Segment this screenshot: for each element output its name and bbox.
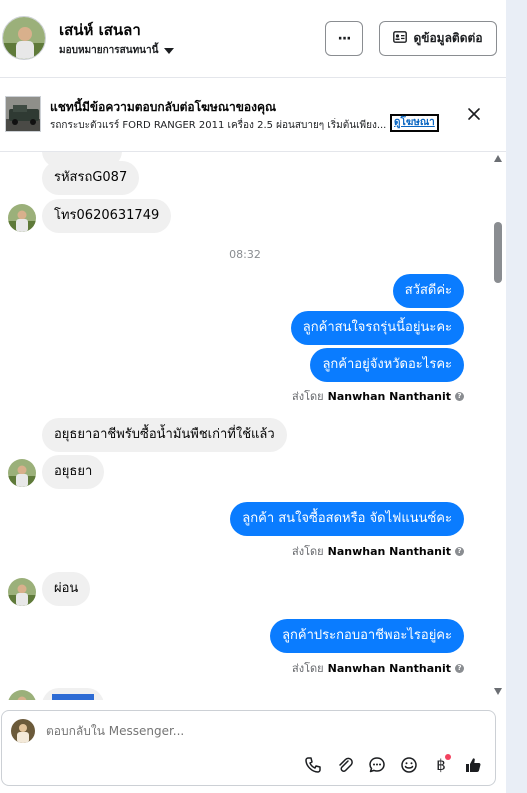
message-outgoing[interactable]: ลูกค้าอยู่จังหวัดอะไรคะ [310, 348, 464, 382]
sent-by-label: ส่งโดย Nanwhan Nanthanit ? [292, 659, 464, 677]
contact-avatar[interactable] [2, 16, 46, 60]
contact-avatar-small [8, 204, 36, 232]
ad-description: รถกระบะตัวแรร์ FORD RANGER 2011 เครื่อง … [50, 120, 387, 131]
message-outgoing[interactable]: ลูกค้าสนใจรถรุ่นนี้อยู่นะคะ [290, 311, 464, 345]
notification-dot [445, 754, 451, 760]
view-ad-link[interactable]: ดูโฆษณา [390, 114, 439, 132]
call-button[interactable] [302, 754, 324, 776]
more-options-button[interactable]: ··· [325, 21, 363, 56]
phone-icon [305, 757, 321, 773]
sent-by-label: ส่งโดย Nanwhan Nanthanit ? [292, 387, 464, 405]
info-icon[interactable]: ? [455, 391, 464, 401]
info-icon[interactable]: ? [455, 546, 464, 556]
scroll-up-arrow[interactable] [494, 155, 502, 162]
assign-conversation-dropdown[interactable]: มอบหมายการสนทนานี้ [59, 43, 175, 58]
info-icon[interactable]: ? [455, 663, 464, 673]
thumbs-up-icon [466, 758, 481, 772]
window-edge [506, 0, 527, 793]
message-incoming[interactable]: รหัสรถG087 [42, 161, 140, 195]
scrollbar-thumb[interactable] [494, 222, 502, 283]
page-avatar [11, 719, 35, 743]
sender-name: Nanwhan Nanthanit [327, 544, 451, 558]
sender-name: Nanwhan Nanthanit [327, 389, 451, 403]
message-attachment-partial[interactable] [42, 688, 104, 700]
contact-name[interactable]: เสน่ห์ เสนลา [59, 18, 141, 42]
scroll-down-arrow[interactable] [494, 688, 502, 695]
saved-replies-button[interactable] [366, 754, 388, 776]
message-incoming[interactable]: อยุธยา [42, 455, 105, 489]
sent-by-prefix: ส่งโดย [292, 545, 324, 558]
message-incoming[interactable]: ผ่อน [42, 572, 91, 606]
message-incoming[interactable]: โทร0620631749 [42, 199, 172, 233]
view-contact-button[interactable]: ดูข้อมูลติดต่อ [379, 21, 497, 56]
baht-icon: ฿ [436, 756, 446, 774]
ad-banner-title: แชทนี้มีข้อความตอบกลับต่อโฆษณาของคุณ [50, 100, 277, 114]
message-incoming[interactable]: อยุธยาอาชีพรับซื้อน้ำมันพืชเก่าที่ใช้แล้… [42, 418, 287, 452]
emoji-button[interactable] [398, 754, 420, 776]
message-outgoing[interactable]: ลูกค้า สนใจซื้อสดหรือ จัดไฟแนนซ์คะ [230, 502, 464, 536]
attach-button[interactable] [334, 754, 356, 776]
message-timestamp: 08:32 [229, 248, 261, 261]
message-list[interactable]: รหัสรถG087 โทร0620631749 08:32 สวัสดีค่ะ… [0, 152, 506, 700]
contact-avatar-small [8, 459, 36, 487]
contact-card-icon [393, 31, 408, 46]
close-ad-banner-button[interactable] [464, 104, 484, 124]
like-button[interactable] [462, 754, 484, 776]
caret-down-icon [164, 47, 175, 54]
message-outgoing[interactable]: สวัสดีค่ะ [392, 274, 464, 308]
message-input[interactable] [46, 724, 346, 738]
conversation-panel: เสน่ห์ เสนลา มอบหมายการสนทนานี้ ··· ดูข้… [0, 0, 506, 793]
contact-avatar-small [8, 690, 36, 700]
emoji-icon [401, 757, 417, 773]
message-outgoing[interactable]: ลูกค้าประกอบอาชีพอะไรอยู่คะ [270, 619, 464, 653]
more-icon: ··· [337, 30, 352, 47]
paperclip-icon [339, 757, 353, 772]
sent-by-label: ส่งโดย Nanwhan Nanthanit ? [292, 542, 464, 560]
assign-label: มอบหมายการสนทนานี้ [59, 45, 159, 56]
reply-composer: ฿ [1, 710, 496, 786]
attachment-preview [52, 694, 94, 700]
payment-button[interactable]: ฿ [430, 754, 452, 776]
composer-toolbar: ฿ [302, 754, 484, 776]
sender-name: Nanwhan Nanthanit [327, 661, 451, 675]
ad-reply-banner: แชทนี้มีข้อความตอบกลับต่อโฆษณาของคุณ รถก… [0, 79, 506, 152]
contact-avatar-small [8, 578, 36, 606]
view-contact-label: ดูข้อมูลติดต่อ [413, 31, 483, 45]
chat-bubble-icon [369, 757, 385, 773]
sent-by-prefix: ส่งโดย [292, 390, 324, 403]
close-icon [468, 108, 480, 120]
ad-thumbnail[interactable] [5, 96, 41, 132]
conversation-header: เสน่ห์ เสนลา มอบหมายการสนทนานี้ ··· ดูข้… [0, 0, 506, 78]
sent-by-prefix: ส่งโดย [292, 662, 324, 675]
